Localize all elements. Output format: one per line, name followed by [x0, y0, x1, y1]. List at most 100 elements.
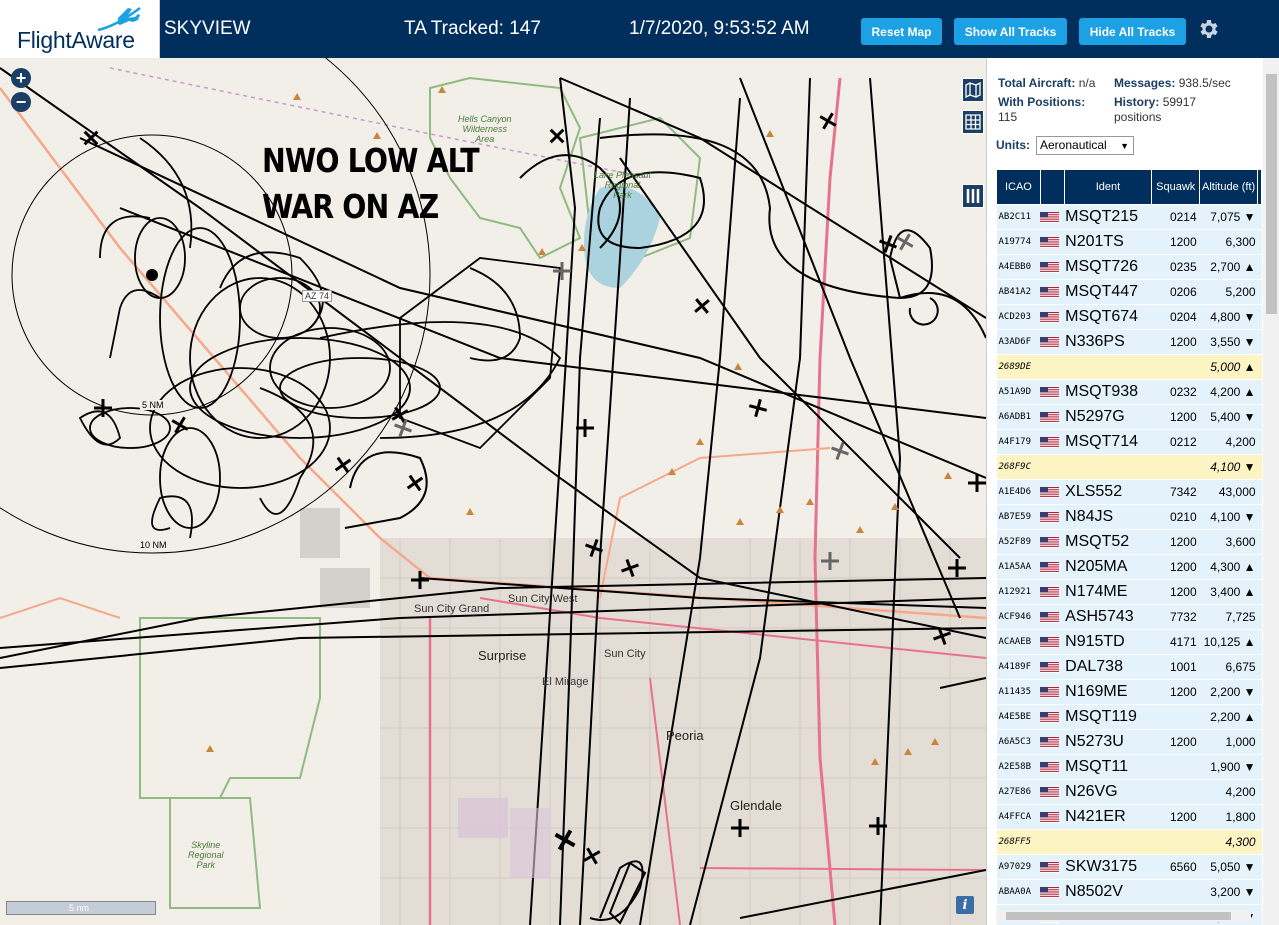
map-layers-icon[interactable] [962, 78, 984, 102]
column-altitude[interactable]: Altitude (ft) [1199, 169, 1259, 205]
cell-icao: A51A9D [996, 379, 1041, 405]
cell-extra [1257, 504, 1262, 530]
reset-map-button[interactable]: Reset Map [861, 18, 942, 45]
table-row[interactable]: AB41A2 MSQT447 0206 5,200 [996, 279, 1262, 305]
cell-ident: DAL738 [1064, 654, 1152, 680]
cell-flag [1040, 829, 1065, 855]
cell-icao: A4E5BE [996, 704, 1041, 730]
panel-scroll-thumb[interactable] [1266, 74, 1277, 314]
us-flag-icon [1040, 661, 1060, 673]
map-overlay-banner: NWO LOW ALT WAR ON AZ [262, 138, 480, 230]
grid-icon[interactable] [962, 110, 984, 134]
cell-extra [1257, 654, 1262, 680]
table-row[interactable]: A4E5BE MSQT119 2,200 ▲ [996, 704, 1262, 730]
us-flag-icon [1040, 686, 1060, 698]
column-flag[interactable] [1039, 169, 1065, 205]
label-el-mirage: El Mirage [542, 676, 589, 688]
table-row[interactable]: ACAAEB N915TD 4171 10,125 ▲ [996, 629, 1262, 655]
table-row[interactable]: A4EBB0 MSQT726 0235 2,700 ▲ [996, 254, 1262, 280]
us-flag-icon [1040, 436, 1060, 448]
cell-flag [1040, 679, 1065, 705]
table-row[interactable]: A52F89 MSQT52 1200 3,600 [996, 529, 1262, 555]
cell-icao: A27E86 [996, 779, 1041, 805]
cell-flag [1040, 754, 1065, 780]
table-row[interactable]: A1E4D6 XLS552 7342 43,000 [996, 479, 1262, 505]
cell-flag [1040, 379, 1065, 405]
table-row[interactable]: A51A9D MSQT938 0232 4,200 ▲ [996, 379, 1262, 405]
horizontal-scroll-thumb[interactable] [1006, 912, 1231, 920]
table-row[interactable]: 2689DE 5,000 ▲ [996, 354, 1262, 380]
cell-altitude: 4,100 ▼ [1199, 454, 1258, 480]
messages-label: Messages: [1114, 76, 1176, 90]
table-row[interactable]: AB2C11 MSQT215 0214 7,075 ▼ [996, 204, 1262, 230]
cell-squawk [1151, 879, 1200, 905]
table-row[interactable]: A6ADB1 N5297G 1200 5,400 ▼ [996, 404, 1262, 430]
cell-flag [1040, 254, 1065, 280]
total-aircraft-label: Total Aircraft: [998, 76, 1076, 90]
cell-flag [1040, 454, 1065, 480]
table-row[interactable]: ABAA0A N8502V 3,200 ▼ [996, 879, 1262, 905]
cell-icao: ACD203 [996, 304, 1041, 330]
map-view[interactable]: + − NWO LOW ALT WAR ON AZ Hells Canyon W… [0, 58, 986, 925]
cell-squawk: 1200 [1151, 229, 1200, 255]
table-row[interactable]: ACD203 MSQT674 0204 4,800 ▼ [996, 304, 1262, 330]
table-row[interactable]: A2E58B MSQT11 1,900 ▼ [996, 754, 1262, 780]
label-sun-city-grand: Sun City Grand [414, 603, 490, 615]
table-row[interactable]: A3AD6F N336PS 1200 3,550 ▼ [996, 329, 1262, 355]
cell-flag [1040, 204, 1065, 230]
units-select[interactable]: Aeronautical [1036, 136, 1134, 155]
cell-altitude: 1,900 ▼ [1199, 754, 1258, 780]
table-row[interactable]: 268FF5 4,300 [996, 829, 1262, 855]
table-row[interactable]: A1A5AA N205MA 1200 4,300 ▲ [996, 554, 1262, 580]
cell-altitude: 1,800 [1199, 804, 1258, 830]
us-flag-icon [1040, 761, 1060, 773]
table-row[interactable]: AB7E59 N84JS 0210 4,100 ▼ [996, 504, 1262, 530]
scale-label: 5 nm [69, 903, 90, 913]
table-row[interactable]: A4189F DAL738 1001 6,675 [996, 654, 1262, 680]
cell-icao: A3AD6F [996, 329, 1041, 355]
gear-icon[interactable] [1196, 17, 1220, 41]
panel-scrollbar[interactable] [1263, 58, 1279, 925]
us-flag-icon [1040, 711, 1060, 723]
cell-ident: MSQT674 [1064, 304, 1152, 330]
hide-all-tracks-button[interactable]: Hide All Tracks [1079, 18, 1186, 45]
column-icao[interactable]: ICAO [996, 169, 1041, 205]
table-row[interactable]: A11435 N169ME 1200 2,200 ▼ [996, 679, 1262, 705]
cell-altitude: 2,700 ▲ [1199, 254, 1258, 280]
top-bar: FlightAware SKYVIEW TA Tracked: 147 1/7/… [0, 0, 1279, 58]
column-ident[interactable]: Ident [1063, 169, 1153, 205]
cell-icao: A6ADB1 [996, 404, 1041, 430]
cell-icao: A4F179 [996, 429, 1041, 455]
table-row[interactable]: A97029 SKW3175 6560 5,050 ▼ [996, 854, 1262, 880]
cell-squawk: 1200 [1151, 329, 1200, 355]
table-row[interactable]: A19774 N201TS 1200 6,300 [996, 229, 1262, 255]
cell-icao: A4EBB0 [996, 254, 1041, 280]
map-canvas[interactable] [0, 58, 986, 925]
show-all-tracks-button[interactable]: Show All Tracks [954, 18, 1067, 45]
cell-flag [1040, 729, 1065, 755]
table-row[interactable]: ACF946 ASH5743 7732 7,725 [996, 604, 1262, 630]
zoom-out-button[interactable]: − [11, 92, 31, 112]
table-row[interactable]: A4FFCA N421ER 1200 1,800 [996, 804, 1262, 830]
us-flag-icon [1040, 811, 1060, 823]
cell-squawk: 7732 [1151, 604, 1200, 630]
column-squawk[interactable]: Squawk [1151, 169, 1201, 205]
cell-ident: ASH5743 [1064, 604, 1152, 630]
cell-extra [1257, 604, 1262, 630]
zoom-in-button[interactable]: + [11, 68, 31, 88]
table-horizontal-scrollbar[interactable] [996, 910, 1251, 922]
table-row[interactable]: A4F179 MSQT714 0212 4,200 [996, 429, 1262, 455]
table-row[interactable]: A6A5C3 N5273U 1200 1,000 [996, 729, 1262, 755]
cell-icao: ACAAEB [996, 629, 1041, 655]
info-icon[interactable]: i [956, 896, 974, 914]
table-row[interactable]: 268F9C 4,100 ▼ [996, 454, 1262, 480]
flightaware-logo[interactable]: FlightAware [0, 0, 160, 58]
columns-icon[interactable] [962, 184, 984, 208]
table-row[interactable]: A27E86 N26VG 4,200 [996, 779, 1262, 805]
label-glendale: Glendale [730, 798, 783, 813]
table-row[interactable]: A12921 N174ME 1200 3,400 ▲ [996, 579, 1262, 605]
cell-squawk: 0235 [1151, 254, 1200, 280]
cell-flag [1040, 279, 1065, 305]
us-flag-icon [1040, 861, 1060, 873]
cell-squawk: 6560 [1151, 854, 1200, 880]
